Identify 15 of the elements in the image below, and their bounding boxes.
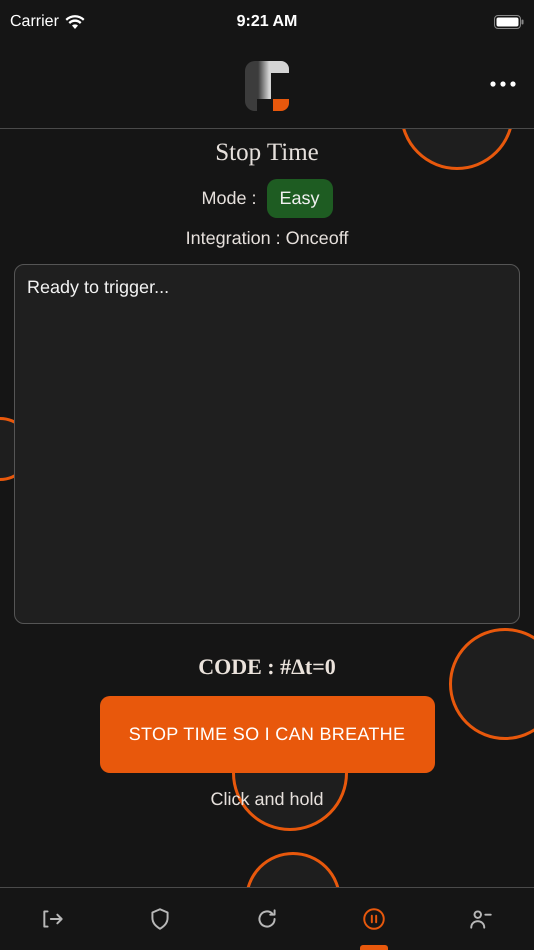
wifi-icon [64,14,85,30]
output-field[interactable]: Ready to trigger... [14,264,520,624]
logo-icon [245,61,289,111]
active-indicator [360,945,388,950]
code-label: CODE : #Δt=0 [198,654,336,680]
clock-time: 9:21 AM [236,13,298,31]
mode-badge: Easy [266,179,333,218]
pause-icon [360,906,387,932]
mode-label: Mode : [201,188,256,209]
battery-icon [494,15,524,29]
stop-time-button[interactable]: STOP TIME SO I CAN BREATHE [100,696,434,773]
page-title: Stop Time [215,139,319,167]
integration-label: Integration : Onceoff [186,228,348,249]
carrier-label: Carrier [10,13,59,31]
more-icon[interactable] [490,80,516,88]
